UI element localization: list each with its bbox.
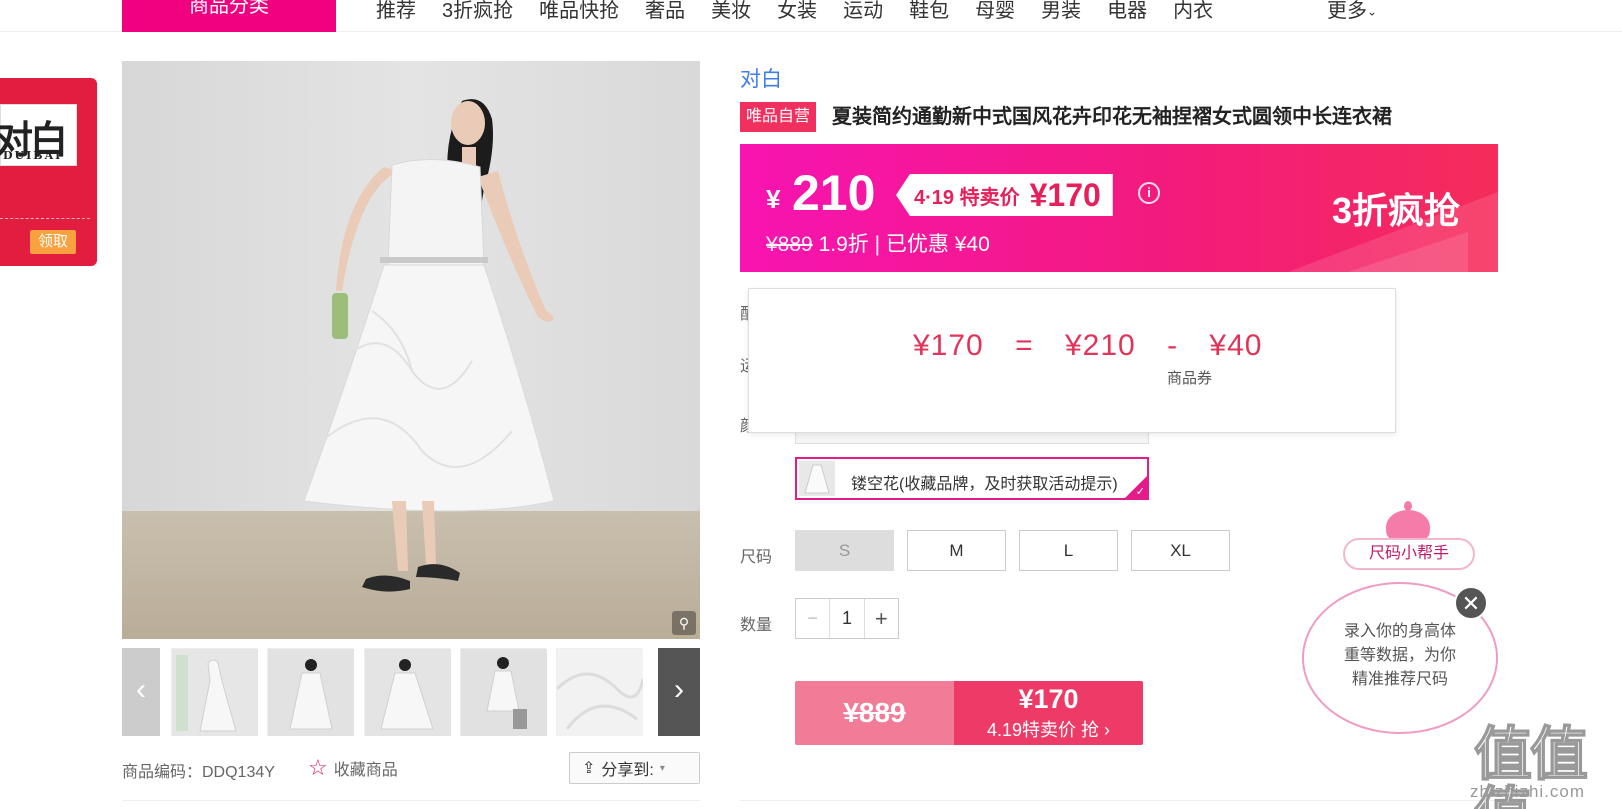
quantity-increase-button[interactable]: +: [863, 599, 898, 638]
size-option-s[interactable]: S: [795, 530, 894, 571]
share-label: 分享到:: [601, 762, 654, 779]
price-banner: ¥ 210 4·19 特卖价 ¥170 i ¥889 1.9折 | 已优惠 ¥4…: [740, 144, 1498, 272]
model-illustration: [303, 99, 555, 592]
nav-link-luxury[interactable]: 奢品: [645, 0, 685, 23]
zoom-icon[interactable]: ⚲: [672, 611, 696, 635]
nav-links: 推荐 3折疯抢 唯品快抢 奢品 美妆 女装 运动 鞋包 母婴 男装 电器 内衣: [376, 0, 1213, 23]
thumbnail-3[interactable]: [364, 648, 451, 736]
star-icon: ☆: [308, 755, 328, 780]
final-price: ¥170: [913, 329, 984, 362]
chevron-left-icon[interactable]: ‹: [122, 648, 160, 736]
check-icon: ✓: [1135, 486, 1145, 498]
buy-deal-label: 4.19特卖价 抢 ›: [986, 720, 1111, 740]
coupon-divider: [0, 218, 90, 219]
buy-deal-button[interactable]: ¥170 4.19特卖价 抢 ›: [954, 681, 1143, 745]
nav-link-underwear[interactable]: 内衣: [1173, 0, 1213, 23]
nav-link-quick-grab[interactable]: 唯品快抢: [539, 0, 619, 23]
color-option-selected[interactable]: 镂空花(收藏品牌，及时获取活动提示) ✓: [795, 457, 1149, 500]
banner-decoration: [1348, 232, 1468, 272]
size-option-m[interactable]: M: [907, 530, 1006, 571]
base-price: ¥210: [1064, 329, 1136, 362]
nav-link-baby[interactable]: 母婴: [975, 0, 1015, 23]
product-meta-row: 商品编码：DDQ134Y ☆ 收藏商品 ⇪ 分享到: ▾: [122, 752, 700, 786]
size-option-xl[interactable]: XL: [1131, 530, 1230, 571]
chevron-down-icon: ⌄: [1367, 4, 1378, 19]
thumbnail-strip: ‹ ›: [122, 648, 700, 736]
thumbnail-4[interactable]: [460, 648, 547, 736]
original-price: ¥889: [766, 233, 813, 256]
category-button[interactable]: 商品分类: [122, 0, 336, 32]
brand-logo-subtext: DUIBAI: [3, 149, 63, 162]
size-label: 尺码: [740, 549, 773, 566]
close-icon[interactable]: ✕: [1454, 586, 1488, 620]
caret-down-icon: ▾: [659, 762, 665, 774]
nav-link-appliances[interactable]: 电器: [1107, 0, 1147, 23]
color-option-label: 镂空花(收藏品牌，及时获取活动提示): [851, 476, 1118, 493]
nav-link-women[interactable]: 女装: [777, 0, 817, 23]
thumbnail-2[interactable]: [267, 648, 354, 736]
divider: [122, 800, 700, 801]
chevron-right-icon[interactable]: ›: [658, 648, 700, 736]
coupon-note: 商品券: [1167, 370, 1213, 387]
coupon-amount: ¥40: [1209, 329, 1263, 362]
thumbnail-1[interactable]: [171, 648, 258, 736]
size-helper-line-3: 精准推荐尺码: [1351, 671, 1448, 688]
price-subline: ¥889 1.9折 | 已优惠 ¥40: [766, 228, 990, 258]
nav-more[interactable]: 更多⌄: [1327, 0, 1377, 23]
nav-link-shoes-bags[interactable]: 鞋包: [909, 0, 949, 23]
nav-link-beauty[interactable]: 美妆: [711, 0, 751, 23]
thumbnail-5[interactable]: [556, 648, 643, 736]
brand-coupon-card[interactable]: 对白 DUIBAI 领取: [0, 78, 97, 266]
size-helper-line-1: 录入你的身高体: [1343, 623, 1456, 640]
product-code: 商品编码：DDQ134Y: [122, 764, 275, 781]
promo-label: 3折疯抢: [1332, 190, 1461, 231]
deal-label: 4·19 特卖价: [914, 186, 1020, 209]
minus-sign: -: [1167, 329, 1179, 362]
main-product-image[interactable]: ⚲: [122, 61, 700, 639]
share-button[interactable]: ⇪ 分享到: ▾: [569, 752, 700, 784]
color-option-thumbnail: [799, 461, 835, 496]
nav-link-recommend[interactable]: 推荐: [376, 0, 416, 23]
quantity-label: 数量: [740, 617, 773, 634]
claim-coupon-button[interactable]: 领取: [30, 230, 76, 254]
size-helper-line-2: 重等数据，为你: [1343, 647, 1456, 664]
brand-logo: 对白 DUIBAI: [0, 104, 77, 166]
favorite-button[interactable]: ☆ 收藏商品: [308, 756, 398, 780]
quantity-stepper: − 1 +: [795, 598, 899, 639]
watermark-url: zhizhizhi.com: [1470, 782, 1586, 801]
deal-price-tag: 4·19 特卖价 ¥170: [896, 174, 1113, 216]
nav-link-sports[interactable]: 运动: [843, 0, 883, 23]
nav-link-flash-sale[interactable]: 3折疯抢: [442, 0, 513, 23]
sale-price: 210: [792, 165, 876, 221]
favorite-label: 收藏商品: [333, 762, 398, 779]
buy-deal-price: ¥170: [1018, 684, 1079, 714]
price-breakdown-popup: ¥170 = ¥210 - ¥40 商品券: [748, 288, 1396, 433]
info-icon[interactable]: i: [1138, 182, 1160, 204]
size-helper-tag[interactable]: 尺码小帮手: [1343, 538, 1475, 570]
buy-original-price-button[interactable]: ¥889: [795, 681, 954, 745]
price-formula: ¥170 = ¥210 - ¥40: [913, 329, 1262, 363]
buy-original-price: ¥889: [843, 697, 906, 728]
brand-name-link[interactable]: 对白: [740, 63, 782, 93]
divider: [740, 800, 1510, 801]
discount-text: 1.9折 | 已优惠 ¥40: [818, 233, 990, 256]
quantity-decrease-button[interactable]: −: [796, 599, 831, 638]
equals-sign: =: [1015, 329, 1034, 362]
quantity-value[interactable]: 1: [830, 599, 863, 638]
nav-more-label: 更多: [1327, 0, 1367, 22]
nav-link-men[interactable]: 男装: [1041, 0, 1081, 23]
deal-price: ¥170: [1029, 176, 1101, 213]
currency-symbol: ¥: [766, 184, 781, 214]
self-operated-badge: 唯品自营: [740, 102, 817, 132]
top-nav: 商品分类 推荐 3折疯抢 唯品快抢 奢品 美妆 女装 运动 鞋包 母婴 男装 电…: [0, 0, 1622, 32]
product-title: 夏装简约通勤新中式国风花卉印花无袖捏褶女式圆领中长连衣裙: [832, 106, 1392, 128]
size-option-l[interactable]: L: [1019, 530, 1118, 571]
share-icon: ⇪: [582, 760, 596, 777]
